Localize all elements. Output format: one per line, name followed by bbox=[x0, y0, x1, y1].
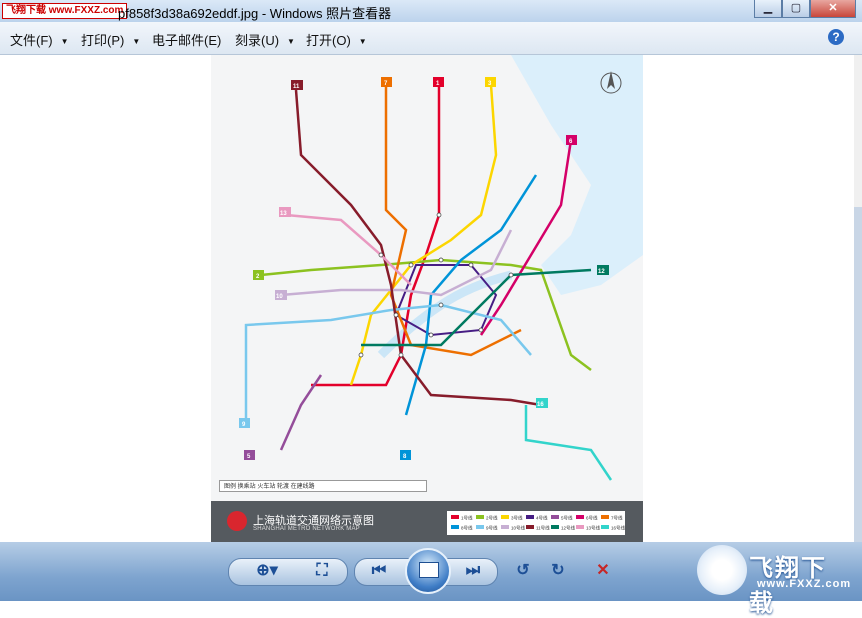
slideshow-button[interactable] bbox=[405, 548, 451, 594]
brand-logo-icon bbox=[697, 545, 747, 595]
line-color-legend: 1号线 2号线 3号线 4号线 5号线 6号线 7号线 8号线 9号线 10号线 11号线 12号线 1… bbox=[447, 511, 625, 535]
legend-label-5: 5号线 bbox=[561, 515, 573, 522]
legend-swatch-12 bbox=[551, 525, 559, 529]
menu-print-label: 打印(P) bbox=[81, 33, 125, 48]
svg-text:13: 13 bbox=[280, 211, 287, 217]
svg-text:12: 12 bbox=[598, 269, 605, 275]
rotate-right-icon[interactable]: ↻ bbox=[545, 560, 571, 582]
legend-swatch-16 bbox=[601, 525, 609, 529]
metro-map-drawing: 1 7 3 11 6 2 10 13 12 9 5 16 8 bbox=[239, 55, 643, 481]
scrollbar-thumb[interactable] bbox=[854, 207, 862, 597]
legend-label-8: 8号线 bbox=[461, 525, 473, 532]
legend-swatch-10 bbox=[501, 525, 509, 529]
help-icon[interactable]: ? bbox=[828, 29, 844, 45]
chevron-down-icon: ▼ bbox=[132, 37, 141, 46]
map-banner: 上海轨道交通网络示意图 SHANGHAI METRO NETWORK MAP 1… bbox=[211, 501, 643, 542]
menu-print[interactable]: 打印(P) ▼ bbox=[81, 30, 140, 49]
menu-burn-label: 刻录(U) bbox=[235, 33, 280, 48]
legend-label-11: 11号线 bbox=[536, 525, 550, 532]
chevron-down-icon: ▼ bbox=[287, 37, 295, 46]
legend-label-16: 16号线 bbox=[611, 525, 625, 532]
legend-swatch-13 bbox=[576, 525, 584, 529]
legend-label-12: 12号线 bbox=[561, 525, 576, 532]
legend-swatch-3 bbox=[501, 515, 509, 519]
metro-logo-icon bbox=[227, 511, 247, 531]
menu-email-label: 电子邮件(E) bbox=[152, 33, 222, 48]
chevron-down-icon: ▼ bbox=[358, 37, 367, 46]
legend-label-1: 1号线 bbox=[461, 515, 473, 522]
legend-label-6: 6号线 bbox=[586, 515, 598, 522]
svg-text:16: 16 bbox=[537, 402, 544, 408]
rotate-left-icon[interactable]: ↺ bbox=[510, 560, 536, 582]
maximize-button[interactable]: ▢ bbox=[782, 0, 810, 18]
legend-label-3: 3号线 bbox=[511, 515, 523, 522]
svg-text:10: 10 bbox=[276, 294, 283, 300]
legend-swatch-8 bbox=[451, 525, 459, 529]
legend-label-7: 7号线 bbox=[611, 515, 623, 522]
legend-swatch-2 bbox=[476, 515, 484, 519]
legend-swatch-5 bbox=[551, 515, 559, 519]
next-icon[interactable]: ⏭ bbox=[458, 560, 488, 582]
legend-swatch-7 bbox=[601, 515, 609, 519]
legend-label-4: 4号线 bbox=[536, 515, 548, 522]
title-bar: 飞翔下载 www.FXXZ.com pf858f3d38a692eddf.jpg… bbox=[0, 0, 862, 22]
fit-window-icon[interactable]: ⛶ bbox=[307, 560, 337, 582]
legend-swatch-1 bbox=[451, 515, 459, 519]
legend-swatch-4 bbox=[526, 515, 534, 519]
slideshow-icon bbox=[419, 562, 439, 578]
legend-label-13: 13号线 bbox=[586, 525, 601, 532]
vertical-scrollbar[interactable] bbox=[854, 55, 862, 597]
previous-icon[interactable]: ⏮ bbox=[364, 560, 394, 582]
legend-label-2: 2号线 bbox=[486, 515, 498, 522]
legend-label-9: 9号线 bbox=[486, 525, 498, 532]
window-controls: ▁ ▢ ✕ bbox=[754, 0, 856, 18]
menu-bar: 文件(F) ▼ 打印(P) ▼ 电子邮件(E) 刻录(U) ▼ 打开(O) ▼ ? bbox=[0, 22, 862, 55]
svg-text:11: 11 bbox=[293, 84, 300, 90]
site-brand: 飞翔下载 www.FXXZ.com bbox=[697, 545, 852, 617]
zoom-icon[interactable]: ⊕▾ bbox=[250, 560, 284, 582]
menu-email[interactable]: 电子邮件(E) bbox=[152, 30, 221, 49]
brand-url: www.FXXZ.com bbox=[757, 578, 852, 590]
menu-file-label: 文件(F) bbox=[10, 33, 53, 48]
legend-label-10: 10号线 bbox=[511, 525, 526, 532]
legend-swatch-6 bbox=[576, 515, 584, 519]
metro-map-image: 1 7 3 11 6 2 10 13 12 9 5 16 8 图例 换乘站 火车… bbox=[211, 55, 643, 542]
chevron-down-icon: ▼ bbox=[60, 37, 69, 46]
minimize-button[interactable]: ▁ bbox=[754, 0, 782, 18]
window-title: pf858f3d38a692eddf.jpg - Windows 照片查看器 bbox=[118, 6, 392, 21]
delete-icon[interactable]: ✕ bbox=[590, 560, 616, 582]
menu-file[interactable]: 文件(F) ▼ bbox=[10, 30, 69, 49]
menu-open[interactable]: 打开(O) ▼ bbox=[306, 30, 367, 49]
menu-open-label: 打开(O) bbox=[306, 33, 351, 48]
watermark-logo: 飞翔下载 www.FXXZ.com bbox=[2, 3, 128, 19]
legend-swatch-9 bbox=[476, 525, 484, 529]
map-title-en: SHANGHAI METRO NETWORK MAP bbox=[253, 526, 360, 532]
map-legend: 图例 换乘站 火车站 轮渡 在建线路 bbox=[219, 480, 427, 492]
close-button[interactable]: ✕ bbox=[810, 0, 856, 18]
legend-swatch-11 bbox=[526, 525, 534, 529]
menu-burn[interactable]: 刻录(U) ▼ bbox=[235, 30, 295, 49]
